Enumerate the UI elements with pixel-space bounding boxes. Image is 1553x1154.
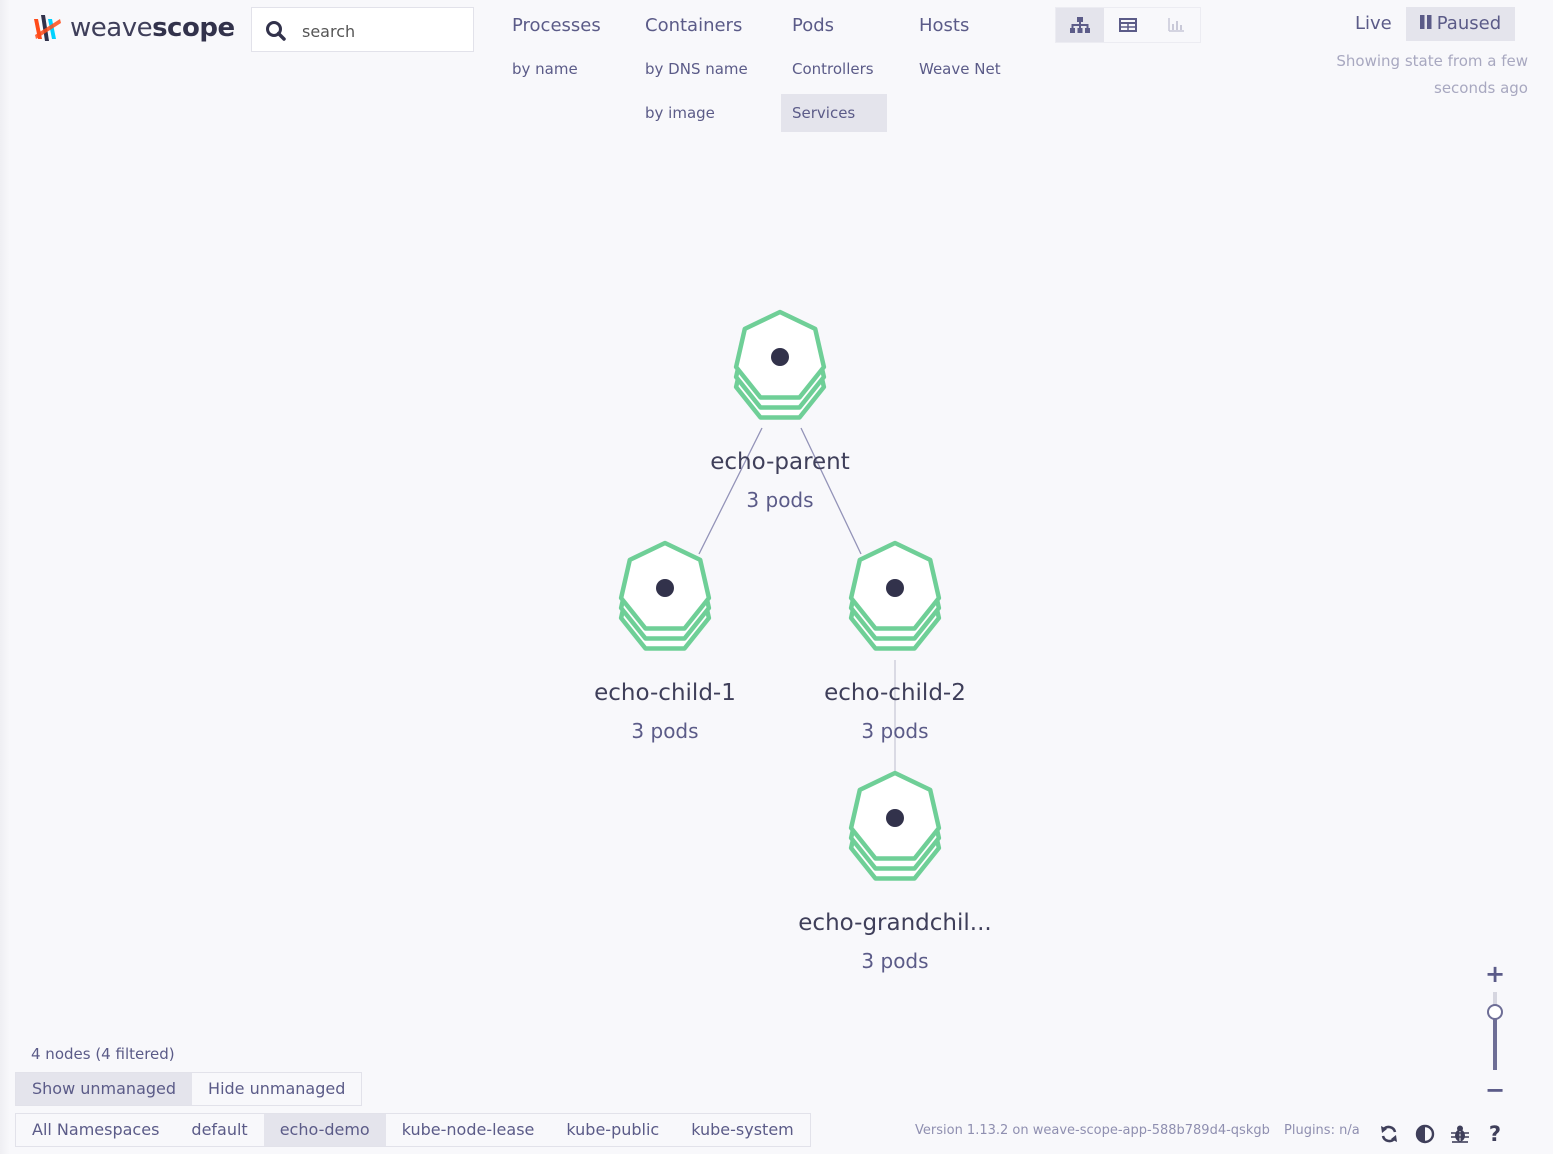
node-name: echo-grandchil... [798,910,992,936]
topology-graph [618,309,942,881]
node-echo-parent[interactable] [733,309,827,420]
node-label-echo-child-1[interactable]: echo-child-1 3 pods [594,680,736,743]
namespace-selector: All Namespaces default echo-demo kube-no… [15,1113,811,1147]
bug-icon [1451,1125,1469,1143]
node-label-echo-parent[interactable]: echo-parent 3 pods [710,449,850,512]
zoom-in-button[interactable]: + [1480,960,1510,988]
version-info: Version 1.13.2 on weave-scope-app-588b78… [915,1123,1270,1138]
help-button[interactable]: ? [1483,1122,1507,1146]
node-subtitle: 3 pods [746,488,814,512]
node-count: 4 nodes (4 filtered) [31,1045,175,1063]
show-unmanaged-button[interactable]: Show unmanaged [16,1073,193,1105]
node-center-dot [656,579,674,597]
namespace-kube-node-lease[interactable]: kube-node-lease [386,1114,551,1146]
node-echo-grandchild[interactable] [848,770,942,881]
namespace-all[interactable]: All Namespaces [16,1114,175,1146]
refresh-icon [1381,1125,1397,1143]
zoom-slider-fill [1493,1014,1497,1070]
namespace-echo-demo[interactable]: echo-demo [263,1114,386,1146]
node-center-dot [771,348,789,366]
unmanaged-toggle: Show unmanaged Hide unmanaged [15,1072,363,1106]
node-shapes [618,309,942,881]
node-subtitle: 3 pods [861,719,929,743]
node-label-echo-grandchild[interactable]: echo-grandchil... 3 pods [798,910,991,973]
node-subtitle: 3 pods [631,719,699,743]
node-echo-child-2[interactable] [848,540,942,651]
node-subtitle: 3 pods [861,949,929,973]
node-center-dot [886,579,904,597]
help-icon: ? [1488,1122,1502,1146]
node-label-echo-child-2[interactable]: echo-child-2 3 pods [824,680,966,743]
namespace-kube-system[interactable]: kube-system [675,1114,810,1146]
zoom-out-button[interactable]: − [1480,1076,1510,1104]
refresh-button[interactable] [1377,1122,1401,1146]
node-center-dot [886,809,904,827]
contrast-icon [1415,1124,1435,1144]
zoom-slider-thumb[interactable] [1487,1004,1503,1020]
contrast-button[interactable] [1413,1122,1437,1146]
zoom-control: + − [1480,960,1510,1104]
plugins-info: Plugins: n/a [1284,1123,1360,1138]
node-echo-child-1[interactable] [618,540,712,651]
namespace-default[interactable]: default [175,1114,263,1146]
namespace-kube-public[interactable]: kube-public [550,1114,675,1146]
hide-unmanaged-button[interactable]: Hide unmanaged [192,1073,361,1105]
debug-button[interactable] [1448,1122,1472,1146]
node-name: echo-child-1 [594,680,736,706]
node-name: echo-parent [710,449,850,475]
node-name: echo-child-2 [824,680,966,706]
